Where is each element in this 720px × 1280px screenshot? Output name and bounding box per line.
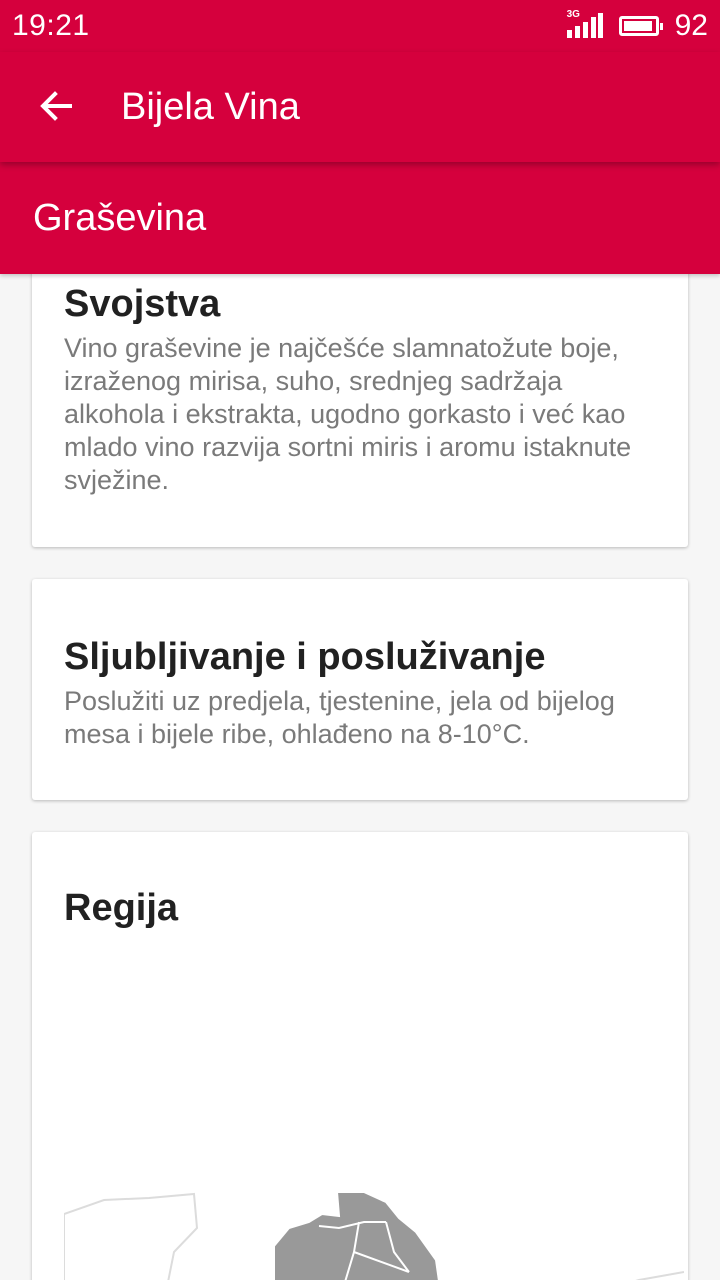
properties-card: Svojstva Vino graševine je najčešće slam… bbox=[32, 274, 688, 547]
status-bar: 19:21 3G 92 bbox=[0, 0, 720, 52]
battery-percent: 92 bbox=[674, 9, 708, 42]
page-title: Bijela Vina bbox=[121, 86, 300, 128]
app-toolbar: Bijela Vina bbox=[0, 52, 720, 162]
region-map bbox=[64, 1192, 684, 1280]
map-outline-left bbox=[64, 1192, 199, 1280]
back-button[interactable] bbox=[18, 68, 94, 144]
battery-level-fill bbox=[623, 21, 652, 31]
arrow-left-icon bbox=[40, 91, 72, 121]
battery-icon bbox=[618, 16, 663, 36]
region-card: Regija bbox=[32, 832, 688, 1280]
scroll-content[interactable]: Svojstva Vino graševine je najčešće slam… bbox=[0, 274, 720, 1280]
screen: 19:21 3G 92 Bijela Vina Graševina Svojst… bbox=[0, 0, 720, 1280]
signal-icon: 3G bbox=[566, 9, 603, 40]
properties-title: Svojstva bbox=[64, 283, 221, 325]
wine-header: Graševina bbox=[0, 162, 720, 274]
pairing-card: Sljubljivanje i posluživanje Poslužiti u… bbox=[32, 579, 688, 800]
map-outline-right bbox=[635, 1271, 684, 1280]
region-title: Regija bbox=[64, 887, 179, 929]
status-indicators: 3G 92 bbox=[566, 8, 708, 44]
wine-name: Graševina bbox=[33, 197, 207, 239]
map-region-highlight bbox=[273, 1192, 440, 1280]
pairing-text: Poslužiti uz predjela, tjestenine, jela … bbox=[64, 686, 615, 749]
pairing-title: Sljubljivanje i posluživanje bbox=[64, 636, 546, 678]
properties-text: Vino graševine je najčešće slamnatožute … bbox=[64, 333, 632, 495]
network-type-label: 3G bbox=[566, 9, 580, 20]
status-time: 19:21 bbox=[12, 9, 90, 42]
